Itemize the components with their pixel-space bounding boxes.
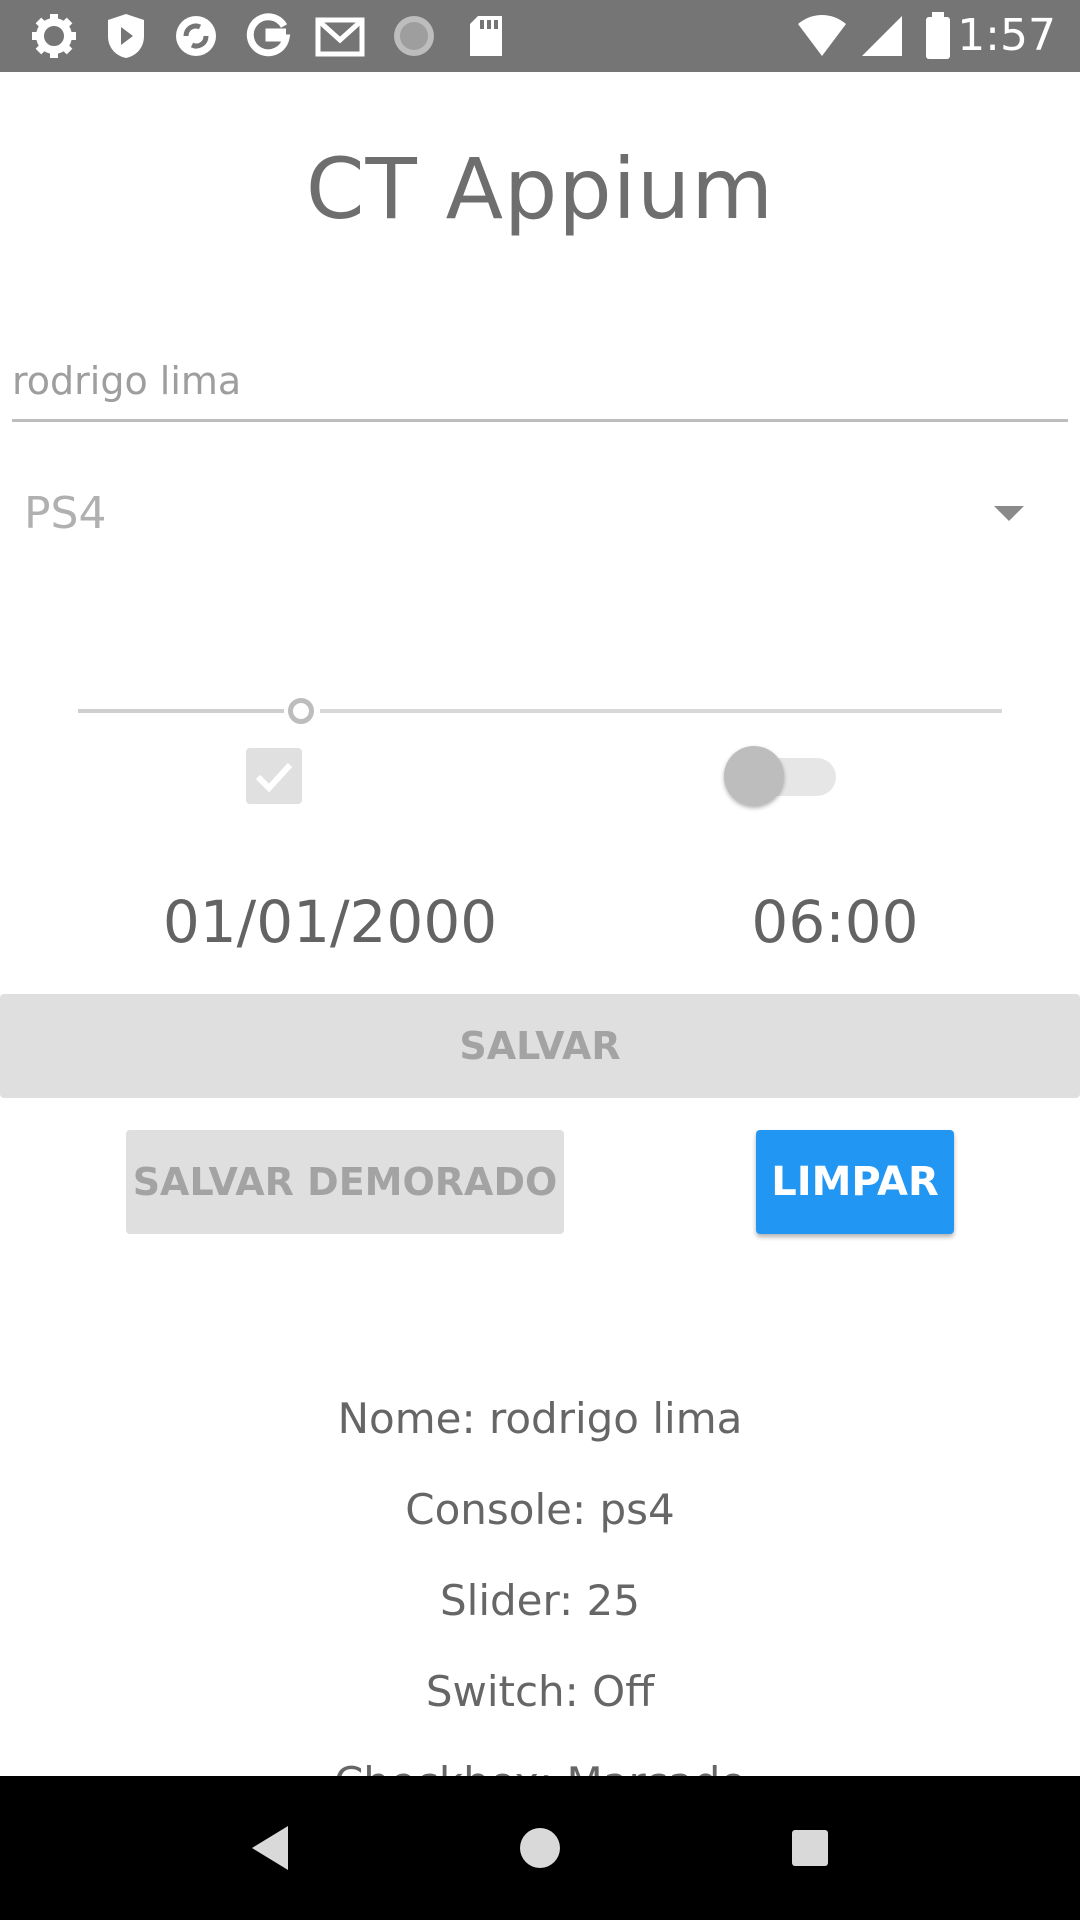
console-picker[interactable]: PS4 bbox=[24, 462, 1024, 572]
result-console: Console: ps4 bbox=[405, 1485, 675, 1534]
navigation-bar bbox=[0, 1776, 1080, 1920]
loading-icon bbox=[388, 10, 440, 62]
slider-thumb[interactable] bbox=[288, 698, 314, 724]
slider-track-filled bbox=[78, 709, 284, 713]
slider-track bbox=[320, 709, 1002, 713]
signal-icon bbox=[856, 10, 908, 62]
result-name: Nome: rodrigo lima bbox=[337, 1394, 743, 1443]
switch-thumb bbox=[724, 746, 784, 806]
battery-icon bbox=[912, 10, 964, 62]
status-time: 1:57 bbox=[957, 10, 1056, 61]
result-checkbox: Checkbox: Marcado bbox=[0, 1758, 1080, 1776]
sync-icon bbox=[170, 10, 222, 62]
dropdown-arrow-icon bbox=[994, 506, 1024, 521]
name-input[interactable] bbox=[12, 342, 1068, 422]
google-icon bbox=[242, 10, 294, 62]
app-content: CT Appium PS4 01/01/2000 06:00 SALVAR SA… bbox=[0, 72, 1080, 1776]
clear-button[interactable]: LIMPAR bbox=[756, 1130, 954, 1234]
toggle-switch[interactable] bbox=[724, 744, 840, 808]
gmail-icon bbox=[314, 10, 366, 62]
result-slider: Slider: 25 bbox=[440, 1576, 640, 1625]
back-icon[interactable] bbox=[238, 1816, 302, 1880]
home-icon[interactable] bbox=[508, 1816, 572, 1880]
shield-play-icon bbox=[100, 10, 152, 62]
save-button[interactable]: SALVAR bbox=[0, 994, 1080, 1098]
value-slider[interactable] bbox=[78, 686, 1002, 736]
sd-card-icon bbox=[460, 10, 512, 62]
checkbox[interactable] bbox=[246, 748, 302, 804]
checkmark-icon bbox=[255, 762, 293, 793]
time-picker-text[interactable]: 06:00 bbox=[690, 888, 980, 956]
status-bar: 1:57 bbox=[0, 0, 1080, 72]
recents-icon[interactable] bbox=[778, 1816, 842, 1880]
settings-icon bbox=[28, 10, 80, 62]
result-switch: Switch: Off bbox=[425, 1667, 655, 1716]
save-delayed-button[interactable]: SALVAR DEMORADO bbox=[126, 1130, 564, 1234]
date-picker-text[interactable]: 01/01/2000 bbox=[110, 888, 550, 956]
app-title: CT Appium bbox=[305, 140, 775, 238]
wifi-icon bbox=[796, 10, 848, 62]
console-picker-value: PS4 bbox=[24, 488, 107, 539]
